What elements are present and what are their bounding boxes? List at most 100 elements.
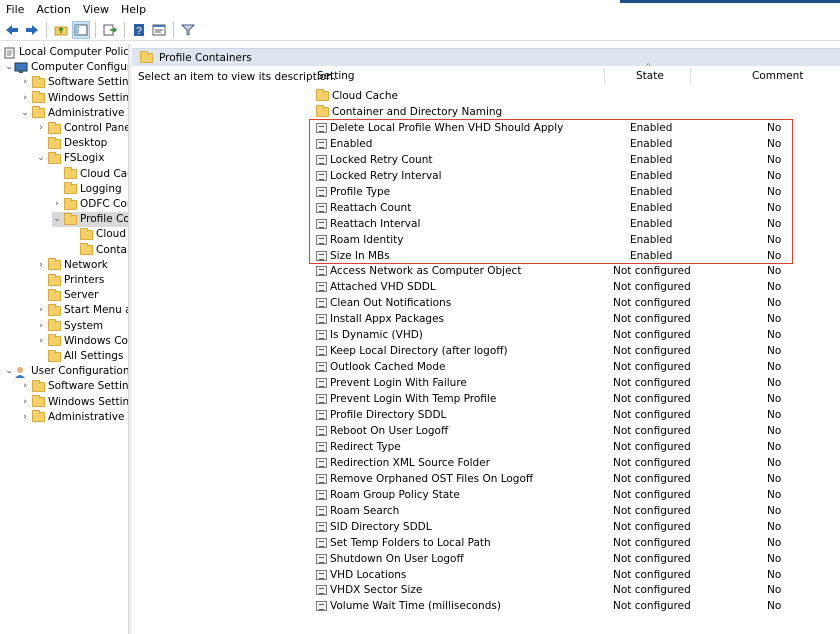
menu-file[interactable]: File: [0, 0, 30, 19]
chevron-right-icon[interactable]: ›: [20, 91, 30, 106]
setting-row[interactable]: VHDX Sector Size Not configured No: [314, 582, 840, 598]
setting-row[interactable]: Outlook Cached Mode Not configured No: [314, 359, 840, 375]
chevron-down-icon[interactable]: ⌄: [4, 60, 14, 75]
chevron-down-icon[interactable]: ⌄: [52, 212, 62, 227]
up-folder-icon[interactable]: [52, 21, 70, 39]
tree-item-user-software-settings[interactable]: › Software Settings: [20, 379, 128, 394]
chevron-right-icon[interactable]: ›: [36, 121, 46, 136]
policy-setting-icon: [316, 537, 327, 548]
tree-item-server[interactable]: Server: [36, 288, 98, 303]
policy-setting-icon: [316, 362, 327, 373]
tree-item-desktop[interactable]: Desktop: [36, 136, 107, 151]
setting-row[interactable]: Prevent Login With Temp Profile Not confi…: [314, 391, 840, 407]
folder-row[interactable]: Container and Directory Naming: [314, 104, 840, 120]
tree-item-profile-cloud[interactable]: Cloud: [68, 227, 126, 242]
setting-row[interactable]: Shutdown On User Logoff Not configured No: [314, 551, 840, 567]
tree-item-all-settings[interactable]: All Settings: [36, 349, 123, 364]
setting-row[interactable]: Roam Search Not configured No: [314, 503, 840, 519]
export-list-icon[interactable]: [101, 21, 119, 39]
setting-label: Prevent Login With Temp Profile: [330, 393, 497, 406]
tree-item-control-panel[interactable]: › Control Panel: [36, 121, 128, 136]
chevron-right-icon[interactable]: ›: [20, 410, 30, 425]
setting-row[interactable]: Roam Group Policy State Not configured No: [314, 487, 840, 503]
menu-action[interactable]: Action: [30, 0, 76, 19]
setting-row[interactable]: Remove Orphaned OST Files On Logoff Not c…: [314, 471, 840, 487]
folder-icon: [80, 227, 93, 240]
filter-icon[interactable]: [179, 21, 197, 39]
chevron-right-icon[interactable]: ›: [52, 197, 62, 212]
setting-row[interactable]: Redirect Type Not configured No: [314, 439, 840, 455]
chevron-right-icon[interactable]: ›: [36, 258, 46, 273]
setting-row[interactable]: Attached VHD SDDL Not configured No: [314, 279, 840, 295]
setting-row[interactable]: Reboot On User Logoff Not configured No: [314, 423, 840, 439]
setting-label: Set Temp Folders to Local Path: [330, 536, 491, 549]
setting-row[interactable]: Set Temp Folders to Local Path Not config…: [314, 535, 840, 551]
column-header-comment[interactable]: Comment: [752, 66, 803, 86]
setting-comment: No: [767, 281, 782, 294]
setting-row[interactable]: Clean Out Notifications Not configured No: [314, 295, 840, 311]
chevron-down-icon[interactable]: ⌄: [20, 106, 30, 121]
toolbar-separator: [46, 21, 47, 38]
chevron-right-icon[interactable]: ›: [20, 75, 30, 90]
setting-row[interactable]: Profile Directory SDDL Not configured No: [314, 407, 840, 423]
chevron-right-icon[interactable]: ›: [20, 395, 30, 410]
column-separator[interactable]: [604, 68, 605, 86]
setting-name: Redirect Type: [316, 439, 401, 455]
tree-item-windows-components[interactable]: › Windows Cor: [36, 334, 128, 349]
tree-item-user-configuration[interactable]: ⌄ User Configuration: [4, 364, 128, 379]
column-separator[interactable]: [690, 68, 691, 86]
setting-row[interactable]: SID Directory SDDL Not configured No: [314, 519, 840, 535]
setting-row[interactable]: Install Appx Packages Not configured No: [314, 311, 840, 327]
setting-state: Not configured: [613, 281, 691, 294]
tree-item-user-windows-settings[interactable]: › Windows Setting: [20, 395, 128, 410]
tree-item-network[interactable]: › Network: [36, 258, 108, 273]
tree-item-user-administrative-templates[interactable]: › Administrative Te: [20, 410, 128, 425]
chevron-down-icon[interactable]: ⌄: [4, 364, 14, 379]
chevron-right-icon[interactable]: ›: [36, 334, 46, 349]
properties-icon[interactable]: [150, 21, 168, 39]
chevron-right-icon[interactable]: ›: [36, 303, 46, 318]
menu-view[interactable]: View: [77, 0, 115, 19]
setting-name: Prevent Login With Temp Profile: [316, 391, 496, 407]
setting-row[interactable]: Keep Local Directory (after logoff) Not c…: [314, 343, 840, 359]
column-header-setting[interactable]: Setting: [317, 66, 355, 86]
tree-item-computer-configuration[interactable]: ⌄ Computer Configura: [4, 60, 128, 75]
menu-help[interactable]: Help: [115, 0, 152, 19]
setting-row[interactable]: Prevent Login With Failure Not configured…: [314, 375, 840, 391]
pane-splitter[interactable]: [128, 44, 132, 634]
setting-row[interactable]: Redirection XML Source Folder Not configu…: [314, 455, 840, 471]
forward-arrow-icon[interactable]: [23, 21, 41, 39]
folder-row[interactable]: Cloud Cache: [314, 88, 840, 104]
column-header-state[interactable]: State: [636, 66, 664, 86]
tree-item-printers[interactable]: Printers: [36, 273, 104, 288]
tree-item-system[interactable]: › System: [36, 319, 103, 334]
setting-row[interactable]: VHD Locations Not configured No: [314, 567, 840, 583]
tree-item-windows-settings[interactable]: › Windows Setting: [20, 91, 128, 106]
policy-setting-icon: [316, 473, 327, 484]
setting-row[interactable]: Access Network as Computer Object Not con…: [314, 263, 840, 279]
setting-row[interactable]: Volume Wait Time (milliseconds) Not confi…: [314, 598, 840, 614]
help-icon[interactable]: ?: [130, 21, 148, 39]
setting-name: Outlook Cached Mode: [316, 359, 446, 375]
tree-item-start-menu[interactable]: › Start Menu ar: [36, 303, 128, 318]
setting-row[interactable]: Is Dynamic (VHD) Not configured No: [314, 327, 840, 343]
svg-text:?: ?: [136, 26, 142, 36]
chevron-down-icon[interactable]: ⌄: [36, 151, 46, 166]
tree-item-fslogix[interactable]: ⌄ FSLogix: [36, 151, 104, 166]
tree-item-profile-containers[interactable]: ⌄ Profile Co: [52, 212, 128, 228]
back-arrow-icon[interactable]: [3, 21, 21, 39]
show-hide-tree-icon[interactable]: [72, 20, 90, 39]
tree-item-profile-container-naming[interactable]: Conta: [68, 243, 127, 258]
tree-item-local-computer-policy[interactable]: Local Computer Policy: [4, 45, 128, 60]
tree-item-software-settings[interactable]: › Software Settings: [20, 75, 128, 90]
setting-name: Roam Search: [316, 503, 399, 519]
folder-icon: [48, 136, 61, 149]
folder-icon: [32, 75, 45, 88]
setting-comment: No: [767, 520, 782, 533]
chevron-right-icon[interactable]: ›: [20, 379, 30, 394]
tree-item-administrative-templates[interactable]: ⌄ Administrative Te: [20, 106, 128, 121]
tree-item-logging[interactable]: Logging: [52, 182, 122, 197]
tree-item-odfc-containers[interactable]: › ODFC Cor: [52, 197, 128, 212]
tree-item-cloud-cache[interactable]: Cloud Cac: [52, 167, 128, 182]
chevron-right-icon[interactable]: ›: [36, 319, 46, 334]
